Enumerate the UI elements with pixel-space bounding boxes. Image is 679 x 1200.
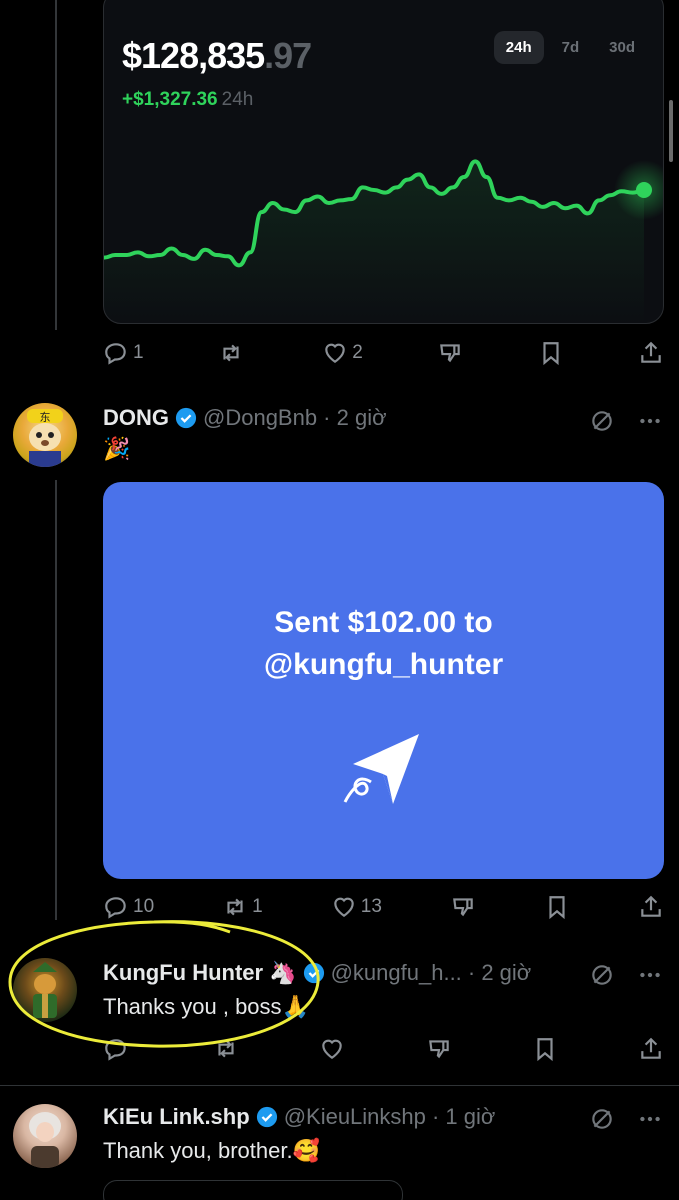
like-button[interactable] [319,1036,345,1062]
like-button[interactable]: 2 [322,340,363,366]
share-icon [641,341,661,363]
person-avatar-icon [29,1112,61,1168]
share-button[interactable] [638,894,664,920]
bookmark-button[interactable] [538,340,564,366]
repost-button[interactable] [218,340,248,366]
payment-amount-text: Sent $102.00 to [274,606,493,639]
range-tabs: 24h 7d 30d [493,31,647,64]
thumbs-down-icon [440,344,460,363]
attachment-preview[interactable] [103,1180,403,1200]
author-handle[interactable]: @KieuLinkshp · 1 giờ [284,1104,496,1130]
more-options-icon[interactable] [637,1106,663,1132]
share-icon [641,895,661,917]
grok-icon[interactable] [589,1106,615,1132]
like-count: 13 [360,896,382,917]
range-tab-24h[interactable]: 24h [493,31,544,64]
post2-tools [589,408,663,434]
grok-icon[interactable] [589,408,615,434]
current-point [636,182,652,198]
reply-count: 10 [133,896,155,917]
portfolio-balance: $128,835.97 [122,35,312,77]
dislike-button[interactable] [437,340,463,366]
like-button[interactable]: 13 [331,894,382,920]
share-icon [641,1037,661,1059]
thumbs-down-icon [453,898,473,917]
post2-header: DONG @DongBnb · 2 giờ [103,405,387,431]
bookmark-icon [543,342,559,366]
author-handle[interactable]: @kungfu_h... · 2 giờ [331,960,532,986]
avatar-dong[interactable]: 东 [13,403,77,467]
post4-header: KiEu Link.shp @KieuLinkshp · 1 giờ [103,1104,495,1130]
reply-icon [105,343,126,365]
heart-icon [325,343,346,363]
post1-action-bar: 1 2 [103,338,664,368]
more-options-icon[interactable] [637,408,663,434]
bookmark-button[interactable] [544,894,570,920]
payment-recipient: @kungfu_hunter [263,648,504,681]
change-period: 24h [221,89,254,110]
post3-tools [589,962,663,988]
author-name[interactable]: DONG [103,405,169,431]
share-button[interactable] [638,340,664,366]
post4-tools [589,1106,663,1132]
payment-card[interactable]: Sent $102.00 to @kungfu_hunter [103,482,664,879]
chart-area [104,161,644,323]
repost-count: 1 [252,896,263,917]
heart-icon [322,1039,343,1059]
reply-button[interactable]: 1 [103,340,144,366]
portfolio-chart-card[interactable]: $128,835.97 +$1,327.36 24h 24h 7d 30d [103,0,664,324]
highlight-circle [8,920,320,1048]
thread-line [55,0,57,330]
divider [0,1085,679,1086]
bookmark-icon [537,1038,553,1062]
payment-message: Sent $102.00 to @kungfu_hunter [103,602,664,686]
change-value: +$1,327.36 [122,89,218,110]
verified-badge-icon [256,1106,277,1128]
bookmark-button[interactable] [532,1036,558,1062]
balance-change: +$1,327.36 24h [122,89,253,111]
verified-badge-icon [175,407,197,429]
post4-text: Thank you, brother.🥰 [103,1138,320,1163]
thumbs-down-icon [428,1040,449,1059]
dog-avatar-icon: 东 [27,409,63,467]
author-handle[interactable]: @DongBnb · 2 giờ [203,405,387,431]
reply-count: 1 [133,342,144,363]
post2-text: 🎉 [103,436,131,461]
share-button[interactable] [638,1036,664,1062]
svg-text:东: 东 [40,411,51,424]
range-tab-7d[interactable]: 7d [550,31,592,64]
send-plane-icon [343,734,419,804]
avatar-kieu-link[interactable] [13,1104,77,1168]
balance-cents: .97 [264,35,312,76]
dislike-button[interactable] [426,1036,452,1062]
more-options-icon[interactable] [637,962,663,988]
author-name[interactable]: KiEu Link.shp [103,1104,250,1130]
heart-icon [334,897,354,917]
bookmark-icon [549,896,565,920]
like-count: 2 [352,342,363,363]
repost-icon [223,344,239,362]
dislike-button[interactable] [450,894,476,920]
balance-main: $128,835 [122,35,265,76]
range-tab-30d[interactable]: 30d [597,31,647,64]
grok-icon[interactable] [589,962,615,988]
scrollbar[interactable] [669,100,673,162]
thread-line [55,480,57,920]
